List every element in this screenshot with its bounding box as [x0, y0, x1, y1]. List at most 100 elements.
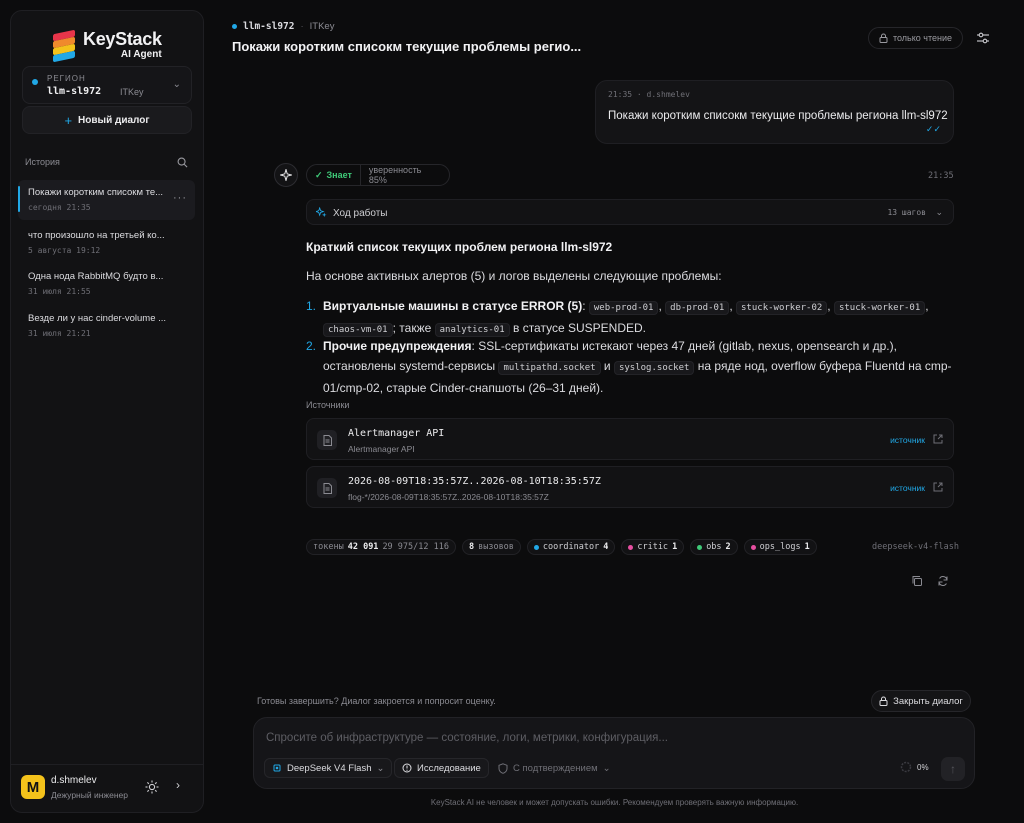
assistant-sparkle-icon [274, 163, 298, 187]
breadcrumb-region[interactable]: llm-sl972 [243, 21, 294, 32]
usage-stats: токены 42 091 29 975/12 116 8 вызовов coord… [306, 539, 817, 555]
confirmation-selector[interactable]: С подтверждением ⌄ [490, 758, 619, 778]
avatar[interactable]: M [21, 775, 45, 799]
close-dialog-label: Закрыть диалог [893, 695, 963, 707]
plus-icon: + [64, 112, 73, 128]
answer-heading: Краткий список текущих проблем региона l… [306, 240, 613, 254]
source-title: Alertmanager API [348, 428, 445, 439]
history-item[interactable]: Везде ли у нас cinder-volume ... 31 июля… [18, 306, 195, 346]
sidebar: KeyStack AI Agent РЕГИОН llm-sl972 ITKey… [10, 10, 204, 813]
work-progress-toggle[interactable]: Ход работы 13 шагов ⌄ [306, 199, 954, 225]
close-dialog-button[interactable]: Закрыть диалог [871, 690, 971, 712]
research-label: Исследование [417, 762, 481, 774]
more-options-icon[interactable]: ··· [173, 192, 187, 204]
sparkles-icon [316, 207, 327, 218]
chevron-down-icon: ⌄ [376, 762, 385, 774]
history-item-title: что произошло на третьей ко... [28, 230, 165, 241]
brand-title: KeyStack [83, 29, 162, 49]
close-prompt-text: Готовы завершить? Диалог закроется и поп… [257, 696, 496, 706]
source-link[interactable]: источник [890, 483, 925, 493]
history-item-title: Везде ли у нас cinder-volume ... [28, 313, 167, 324]
confirmation-label: С подтверждением [513, 762, 598, 774]
brand-logo[interactable]: KeyStack AI Agent [51, 25, 171, 65]
research-toggle[interactable]: Исследование [394, 758, 489, 778]
confidence-label: уверенность 85% [368, 165, 422, 185]
external-link-icon[interactable] [933, 482, 943, 492]
knowledge-badge: ✓ Знает уверенность 85% [306, 164, 450, 186]
vm-code: chaos-vm-01 [323, 323, 393, 337]
source-card[interactable]: 2026-08-09T18:35:57Z..2026-08-10T18:35:5… [306, 466, 954, 508]
source-card[interactable]: Alertmanager API Alertmanager API источн… [306, 418, 954, 460]
page-title: Покажи коротким списокм текущие проблемы… [232, 39, 582, 54]
lock-icon [879, 696, 888, 706]
model-tag: deepseek-v4-flash [872, 542, 959, 552]
arrow-up-icon: ↑ [950, 762, 956, 776]
history-item-title: Покажи коротким списокм те... [28, 187, 164, 198]
agent-pill: obs 2 [690, 539, 738, 555]
theme-toggle-icon[interactable] [145, 780, 159, 794]
new-dialog-button[interactable]: + Новый диалог [22, 106, 192, 134]
chevron-down-icon: ⌄ [935, 207, 943, 217]
source-subtitle: flog-*/2026-08-09T18:35:57Z..2026-08-10T… [348, 492, 549, 502]
vm-code: stuck-worker-01 [833, 301, 926, 315]
sources-header: Источники [306, 400, 350, 410]
chevron-down-icon: ⌄ [172, 79, 181, 90]
user-message: 21:35 · d.shmelev Покажи коротким список… [595, 80, 954, 144]
assistant-time: 21:35 [928, 171, 954, 181]
service-code: multipathd.socket [498, 361, 601, 375]
model-label: DeepSeek V4 Flash [287, 762, 372, 774]
history-header: История [25, 157, 60, 167]
region-label: РЕГИОН [47, 74, 86, 83]
history-item-date: сегодня 21:35 [28, 203, 91, 212]
knows-label: Знает [326, 170, 352, 180]
chip-icon [273, 764, 281, 772]
user-message-meta: 21:35 · d.shmelev [608, 90, 690, 99]
vm-code: db-prod-01 [665, 301, 730, 315]
read-check-icon: ✓✓ [925, 124, 941, 134]
copy-icon[interactable] [911, 575, 923, 587]
chevron-right-icon[interactable]: › [176, 778, 180, 792]
source-link[interactable]: источник [890, 435, 925, 445]
shield-icon [498, 762, 508, 774]
regenerate-icon[interactable] [937, 575, 949, 587]
model-selector[interactable]: DeepSeek V4 Flash ⌄ [264, 758, 393, 778]
source-title: 2026-08-09T18:35:57Z..2026-08-10T18:35:5… [348, 476, 601, 487]
breadcrumb: llm-sl972 · ITKey [232, 21, 334, 32]
history-item[interactable]: Одна нода RabbitMQ будто в... 31 июля 21… [18, 264, 195, 304]
agent-pill: ops_logs 1 [743, 539, 817, 555]
check-icon: ✓ [315, 169, 323, 180]
context-ring-icon [900, 761, 912, 773]
history-item-date: 31 июля 21:55 [28, 287, 91, 296]
readonly-badge[interactable]: только чтение [868, 27, 963, 49]
disclaimer: KeyStack AI не человек и может допускать… [430, 798, 799, 807]
research-icon [402, 763, 412, 773]
new-dialog-label: Новый диалог [78, 114, 150, 126]
tokens-pill: токены 42 091 29 975/12 116 [306, 539, 456, 555]
steps-count: 13 шагов [887, 208, 926, 217]
settings-sliders-icon[interactable] [976, 31, 990, 45]
external-link-icon[interactable] [933, 434, 943, 444]
readonly-label: только чтение [892, 33, 953, 43]
calls-pill: 8 вызовов [461, 539, 521, 555]
history-item-title: Одна нода RabbitMQ будто в... [28, 271, 164, 282]
breadcrumb-tenant: ITKey [309, 21, 335, 32]
chevron-down-icon: ⌄ [602, 762, 611, 774]
region-tenant: ITKey [120, 87, 144, 97]
composer: Спросите об инфраструктуре — состояние, … [253, 717, 975, 789]
document-icon [317, 430, 337, 450]
vm-code: web-prod-01 [588, 301, 659, 315]
message-input[interactable]: Спросите об инфраструктуре — состояние, … [266, 732, 668, 744]
region-selector[interactable]: РЕГИОН llm-sl972 ITKey ⌄ [22, 66, 192, 104]
history-item-date: 31 июля 21:21 [28, 329, 91, 338]
source-subtitle: Alertmanager API [348, 444, 415, 454]
region-status-dot [232, 24, 237, 29]
history-item[interactable]: Покажи коротким списокм те... сегодня 21… [18, 180, 195, 220]
user-name: d.shmelev [51, 775, 97, 786]
send-button[interactable]: ↑ [941, 757, 965, 781]
search-icon[interactable] [177, 157, 188, 168]
document-icon [317, 478, 337, 498]
service-code: syslog.socket [613, 361, 695, 375]
brand-subtitle: AI Agent [120, 49, 162, 60]
history-item[interactable]: что произошло на третьей ко... 5 августа… [18, 223, 195, 263]
agent-pill: coordinator 4 [526, 539, 616, 555]
